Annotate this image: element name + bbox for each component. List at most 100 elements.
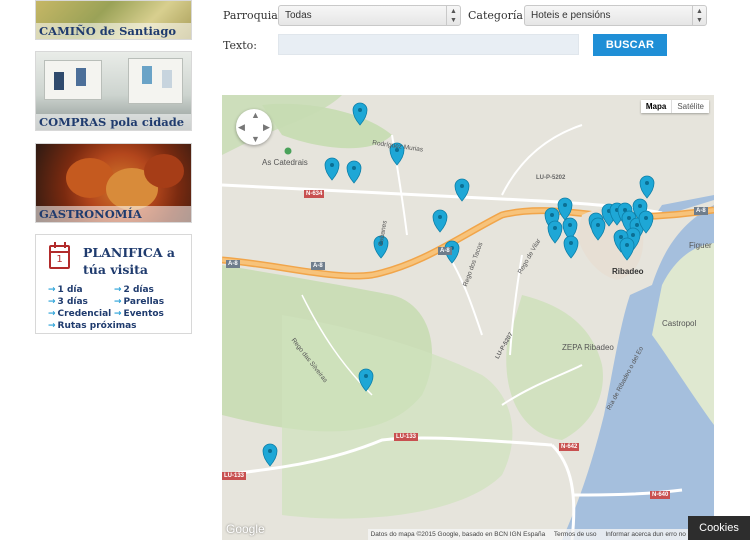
- buscar-button[interactable]: BUSCAR: [593, 34, 667, 56]
- shop-shelf: [44, 60, 102, 100]
- attribution-text: Datos do mapa ©2015 Google, basado en BC…: [370, 531, 546, 538]
- map-marker-dot: [550, 213, 554, 217]
- link-label: Credencial: [57, 309, 112, 319]
- texto-input[interactable]: [278, 34, 579, 55]
- link-1-dia[interactable]: → 1 día: [48, 285, 83, 295]
- map-marker-dot: [364, 374, 368, 378]
- pan-left-icon[interactable]: ◀: [238, 122, 245, 133]
- green-area: [282, 315, 513, 519]
- road-badge: A-8: [226, 260, 240, 268]
- planifica-box: 1 PLANIFICA a túa visita → 1 día → 2 días …: [35, 234, 192, 334]
- map-marker-dot: [627, 216, 631, 220]
- parroquia-select[interactable]: Todas ▲ ▼: [278, 5, 461, 26]
- map-marker[interactable]: [563, 235, 579, 259]
- arrow-right-icon: →: [48, 285, 56, 295]
- link-label: 1 día: [57, 285, 83, 295]
- map-marker-dot: [619, 235, 623, 239]
- pan-down-icon[interactable]: ▼: [251, 134, 260, 144]
- link-label: Parellas: [123, 297, 165, 307]
- shop-item: [76, 68, 86, 86]
- select-arrows-icon: ▲ ▼: [692, 6, 706, 25]
- categoria-select[interactable]: Hoteis e pensións ▲ ▼: [524, 5, 707, 26]
- parroquia-label: Parroquia:: [223, 9, 282, 22]
- road-badge: LU-133: [222, 472, 247, 480]
- map-marker-dot: [635, 223, 639, 227]
- map-type-satellite-button[interactable]: Satélite: [671, 100, 709, 113]
- map-type-control: Mapa Satélite: [640, 100, 709, 113]
- road-minor: [501, 124, 583, 196]
- map-type-map-button[interactable]: Mapa: [641, 100, 671, 113]
- map-marker-dot: [358, 108, 362, 112]
- map-marker-dot: [352, 166, 356, 170]
- arrow-right-icon: →: [114, 297, 122, 307]
- map-marker-dot: [563, 203, 567, 207]
- map-marker-dot: [596, 223, 600, 227]
- arrow-right-icon: →: [114, 309, 122, 319]
- shop-shelf: [128, 58, 183, 104]
- park-icon: [284, 147, 292, 155]
- link-credencial[interactable]: → Credencial: [48, 309, 111, 319]
- arrow-right-icon: →: [48, 321, 56, 331]
- link-label: 2 días: [123, 285, 154, 295]
- place-label: Castropol: [662, 319, 697, 328]
- link-rutas-proximas[interactable]: → Rutas próximas: [48, 321, 137, 331]
- map-marker-dot: [438, 215, 442, 219]
- planifica-title[interactable]: PLANIFICA a túa visita: [83, 244, 191, 278]
- promo-camino-santiago[interactable]: CAMIÑO de Santiago: [35, 0, 192, 40]
- map-attribution: Datos do mapa ©2015 Google, basado en BC…: [367, 529, 714, 540]
- link-2-dias[interactable]: → 2 días: [114, 285, 154, 295]
- road-badge: N-640: [650, 491, 671, 499]
- texto-label: Texto:: [223, 39, 257, 52]
- map-marker-dot: [625, 243, 629, 247]
- map-marker-dot: [644, 216, 648, 220]
- road-minor: [222, 183, 663, 215]
- arrow-right-icon: →: [48, 297, 56, 307]
- promo-label: COMPRAS pola cidade: [36, 114, 191, 130]
- road-badge: N-634: [304, 190, 325, 198]
- map-marker-dot: [631, 233, 635, 237]
- categoria-value: Hoteis e pensións: [531, 10, 611, 21]
- link-label: Rutas próximas: [57, 321, 137, 331]
- calendar-icon: 1: [49, 242, 70, 269]
- pan-control[interactable]: ▲ ▼ ◀ ▶: [236, 109, 272, 145]
- map-marker[interactable]: [324, 157, 340, 181]
- map-marker-dot: [568, 223, 572, 227]
- promo-compras[interactable]: COMPRAS pola cidade: [35, 51, 192, 131]
- map-marker-dot: [553, 226, 557, 230]
- map-marker[interactable]: [557, 197, 573, 221]
- map-marker[interactable]: [432, 209, 448, 233]
- calendar-ring: [54, 242, 56, 248]
- link-3-dias[interactable]: → 3 días: [48, 297, 88, 307]
- link-parellas[interactable]: → Parellas: [114, 297, 164, 307]
- road-badge: A-8: [694, 207, 708, 215]
- shop-item: [142, 66, 152, 84]
- map-marker-dot: [460, 184, 464, 188]
- pan-up-icon[interactable]: ▲: [251, 110, 260, 120]
- map-marker[interactable]: [639, 175, 655, 199]
- place-label: Ribadeo: [612, 267, 644, 276]
- map-marker[interactable]: [547, 220, 563, 244]
- cookies-button[interactable]: Cookies: [688, 516, 750, 540]
- place-label: Figuer: [689, 241, 712, 250]
- categoria-label: Categoría:: [468, 9, 527, 22]
- map-marker-dot: [330, 163, 334, 167]
- road-badge: A-8: [438, 247, 452, 255]
- google-logo: Google: [226, 522, 265, 536]
- map-marker[interactable]: [262, 443, 278, 467]
- link-eventos[interactable]: → Eventos: [114, 309, 164, 319]
- pan-right-icon[interactable]: ▶: [263, 122, 270, 133]
- promo-label: GASTRONOMÍA: [36, 206, 191, 222]
- link-label: 3 días: [57, 297, 88, 307]
- select-arrows-icon: ▲ ▼: [446, 6, 460, 25]
- place-label: As Catedrais: [262, 158, 308, 167]
- link-label: Eventos: [123, 309, 164, 319]
- calendar-ring: [64, 242, 66, 248]
- arrow-right-icon: →: [48, 309, 56, 319]
- map[interactable]: As Catedrais Ribadeo Castropol Figuer ZE…: [222, 95, 714, 540]
- food-item: [144, 154, 184, 188]
- road-badge: LU-133: [394, 433, 419, 441]
- road-badge: LU-P-5202: [536, 175, 566, 181]
- map-marker[interactable]: [346, 160, 362, 184]
- terms-link[interactable]: Termos de uso: [554, 531, 597, 538]
- promo-gastronomia[interactable]: GASTRONOMÍA: [35, 143, 192, 223]
